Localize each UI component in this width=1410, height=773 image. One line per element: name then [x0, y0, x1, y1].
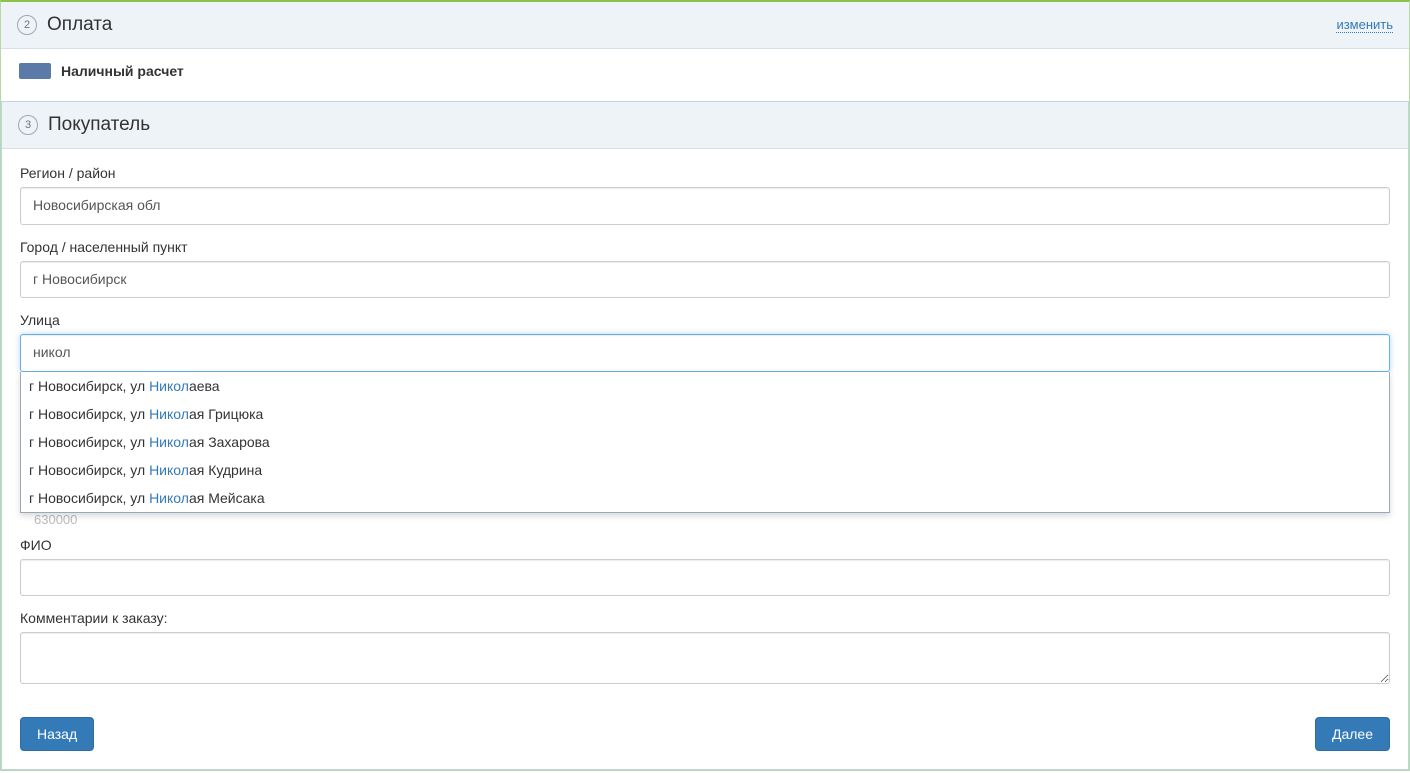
autocomplete-item[interactable]: г Новосибирск, ул Николая Грицюка: [21, 400, 1389, 428]
fullname-label: ФИО: [20, 537, 1390, 553]
payment-method-row: Наличный расчет: [1, 49, 1409, 93]
buyer-section-header: 3 Покупатель: [2, 102, 1408, 149]
payment-change-link[interactable]: изменить: [1336, 17, 1393, 33]
comments-textarea[interactable]: [20, 632, 1390, 684]
buyer-step-number: 3: [18, 115, 38, 135]
region-input[interactable]: [20, 187, 1390, 225]
autocomplete-item[interactable]: г Новосибирск, ул Николая Мейсака: [21, 484, 1389, 512]
autocomplete-item[interactable]: г Новосибирск, ул Николая Кудрина: [21, 456, 1389, 484]
city-label: Город / населенный пункт: [20, 239, 1390, 255]
fullname-input[interactable]: [20, 559, 1390, 597]
autocomplete-item[interactable]: г Новосибирск, ул Николая Захарова: [21, 428, 1389, 456]
cash-payment-icon: [19, 63, 51, 79]
region-label: Регион / район: [20, 165, 1390, 181]
payment-section-header: 2 Оплата изменить: [1, 2, 1409, 49]
back-button[interactable]: Назад: [20, 717, 94, 751]
payment-method-label: Наличный расчет: [61, 63, 184, 79]
street-input[interactable]: [20, 334, 1390, 372]
next-button[interactable]: Далее: [1315, 717, 1390, 751]
comments-label: Комментарии к заказу:: [20, 610, 1390, 626]
payment-section-title: Оплата: [47, 14, 112, 36]
street-autocomplete-dropdown: г Новосибирск, ул Николаева г Новосибирс…: [20, 372, 1390, 513]
payment-step-number: 2: [17, 15, 37, 35]
postcode-ghost-value: 630000: [20, 512, 1390, 527]
buyer-section-title: Покупатель: [48, 114, 150, 136]
city-input[interactable]: [20, 261, 1390, 299]
street-label: Улица: [20, 312, 1390, 328]
autocomplete-item[interactable]: г Новосибирск, ул Николаева: [21, 372, 1389, 400]
